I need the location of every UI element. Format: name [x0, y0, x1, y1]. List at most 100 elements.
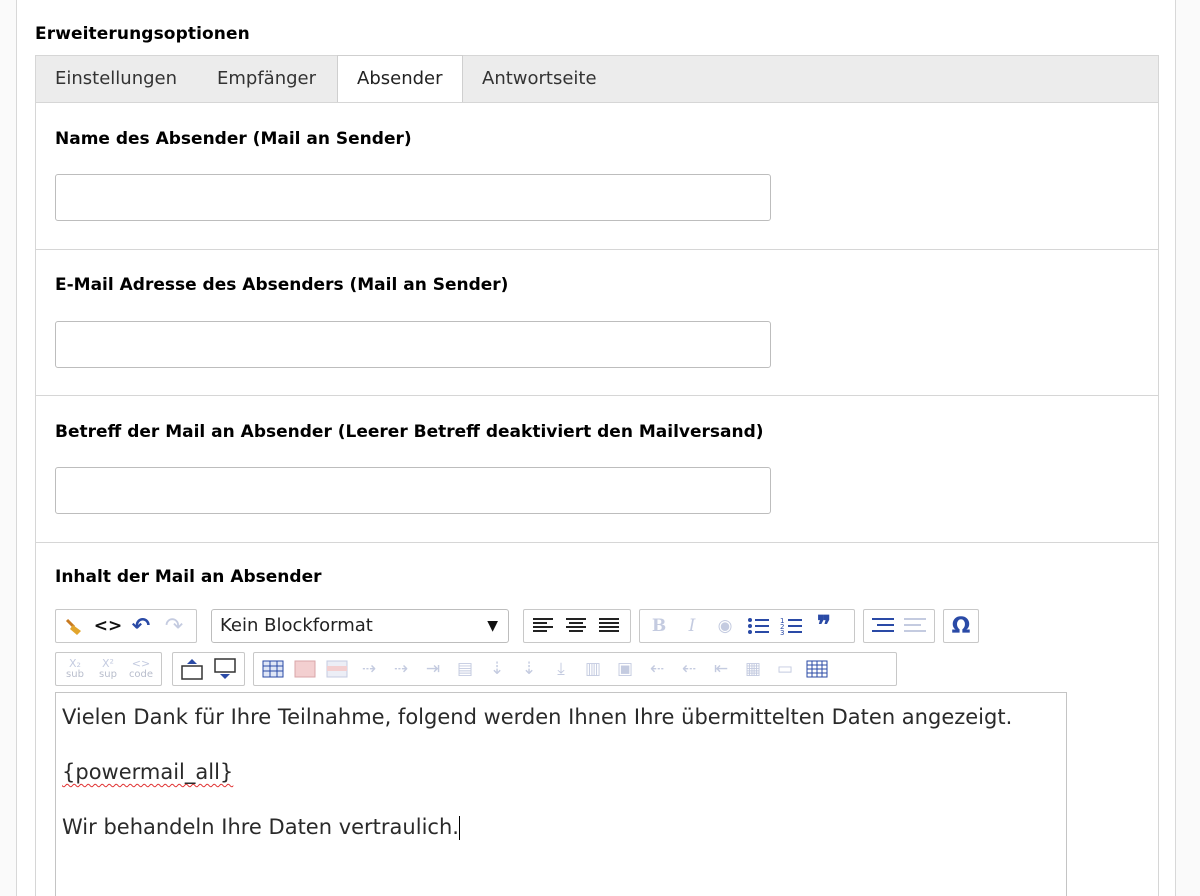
- indent-icon: [904, 618, 927, 632]
- subscript-button[interactable]: X₂ sub: [60, 655, 90, 683]
- align-left-button[interactable]: [528, 612, 558, 640]
- placeholder-token: {powermail_all}: [62, 760, 234, 784]
- tab-einstellungen[interactable]: Einstellungen: [36, 56, 196, 103]
- outdent-icon: [871, 618, 894, 632]
- cell-split-button[interactable]: ▦: [738, 655, 768, 683]
- insert-after-button[interactable]: [210, 655, 240, 683]
- superscript-label: sup: [99, 669, 117, 680]
- inline-code-button[interactable]: <> code: [126, 655, 156, 683]
- undo-button[interactable]: ↶: [126, 612, 156, 640]
- redo-icon: ↷: [164, 613, 184, 639]
- col-insert-after-icon: ⇣: [521, 659, 537, 679]
- subscript-label: sub: [66, 669, 84, 680]
- blockformat-value: Kein Blockformat: [220, 615, 373, 636]
- source-code-button[interactable]: <>: [93, 612, 123, 640]
- align-justify-button[interactable]: [594, 612, 624, 640]
- editor-line-2: {powermail_all}: [62, 758, 1060, 786]
- tab-absender[interactable]: Absender: [337, 55, 463, 103]
- broom-icon: [65, 618, 81, 635]
- code-brackets-icon: <>: [93, 616, 123, 636]
- toolbar-group-script: X₂ sub X² sup <> code: [55, 652, 162, 686]
- row-split-button[interactable]: ▤: [450, 655, 480, 683]
- table-props-icon: [294, 660, 316, 678]
- form-frame: Erweiterungsoptionen Einstellungen Empfä…: [16, 0, 1176, 896]
- row-delete-icon: ⇥: [425, 659, 441, 679]
- editor-line-3: Wir behandeln Ihre Daten vertraulich.: [62, 813, 1060, 841]
- cell-props-button[interactable]: ▣: [610, 655, 640, 683]
- cell-props-icon: ▣: [616, 659, 634, 679]
- field-block-sender-email: E-Mail Adresse des Absenders (Mail an Se…: [36, 250, 1158, 396]
- mail-content-editor[interactable]: Vielen Dank für Ihre Teilnahme, folgend …: [55, 692, 1067, 896]
- cell-split-icon: ▦: [744, 659, 762, 679]
- field-block-sender-name: Name des Absender (Mail an Sender): [36, 103, 1158, 250]
- col-delete-button[interactable]: ⤓: [546, 655, 576, 683]
- row-insert-below-icon: ⇢: [393, 659, 409, 679]
- editor-line-1: Vielen Dank für Ihre Teilnahme, folgend …: [62, 705, 1013, 729]
- bold-icon: B: [651, 616, 667, 636]
- cell-merge-button[interactable]: ▭: [770, 655, 800, 683]
- col-delete-icon: ⤓: [557, 659, 565, 679]
- cell-insert-after-icon: ⇠: [681, 659, 697, 679]
- section-title: Erweiterungsoptionen: [35, 24, 250, 44]
- content-label: Inhalt der Mail an Absender: [55, 567, 322, 587]
- toolbar-group-special: Ω: [943, 609, 979, 643]
- blockquote-button[interactable]: ❞: [809, 611, 839, 641]
- row-split-icon: ▤: [456, 659, 474, 679]
- row-insert-above-icon: ⇢: [361, 659, 377, 679]
- col-insert-after-button[interactable]: ⇣: [514, 655, 544, 683]
- bullet-list-icon: [748, 618, 769, 634]
- sender-email-label: E-Mail Adresse des Absenders (Mail an Se…: [55, 275, 509, 295]
- toolbar-group-edit: <> ↶ ↷: [55, 609, 197, 643]
- cell-insert-after-button[interactable]: ⇠: [674, 655, 704, 683]
- align-center-icon: [566, 618, 586, 632]
- cell-insert-before-button[interactable]: ⇠: [642, 655, 672, 683]
- row-props-button[interactable]: [322, 655, 352, 683]
- col-insert-before-button[interactable]: ⇣: [482, 655, 512, 683]
- indent-button[interactable]: [901, 612, 931, 640]
- table-props-button[interactable]: [290, 655, 320, 683]
- outdent-button[interactable]: [868, 612, 898, 640]
- tab-empfaenger[interactable]: Empfänger: [198, 56, 335, 103]
- row-delete-button[interactable]: ⇥: [418, 655, 448, 683]
- col-split-button[interactable]: ▥: [578, 655, 608, 683]
- bullet-list-button[interactable]: [743, 612, 773, 640]
- chevron-down-icon: ▼: [487, 618, 498, 634]
- undo-icon: ↶: [131, 613, 151, 639]
- col-split-icon: ▥: [584, 659, 602, 679]
- table-grid-button[interactable]: [802, 655, 832, 683]
- superscript-button[interactable]: X² sup: [93, 655, 123, 683]
- cell-merge-icon: ▭: [776, 659, 794, 679]
- globe-link-icon: ◉: [717, 616, 733, 636]
- row-insert-above-button[interactable]: ⇢: [354, 655, 384, 683]
- numbered-list-icon: 123: [780, 617, 802, 636]
- align-left-icon: [533, 618, 553, 632]
- italic-button[interactable]: I: [677, 612, 707, 640]
- insert-table-button[interactable]: [258, 655, 288, 683]
- omega-icon: Ω: [951, 613, 971, 639]
- blockformat-select[interactable]: Kein Blockformat ▼: [211, 609, 509, 643]
- svg-text:3: 3: [780, 629, 784, 636]
- sender-email-input[interactable]: [55, 321, 771, 368]
- redo-button[interactable]: ↷: [159, 612, 189, 640]
- insert-above-icon: [181, 659, 203, 680]
- sender-name-input[interactable]: [55, 174, 771, 221]
- bold-button[interactable]: B: [644, 612, 674, 640]
- insert-before-button[interactable]: [177, 655, 207, 683]
- cell-insert-before-icon: ⇠: [649, 659, 665, 679]
- numbered-list-button[interactable]: 123: [776, 612, 806, 640]
- toolbar-group-indent: [863, 609, 935, 643]
- editor-line-3-text: Wir behandeln Ihre Daten vertraulich.: [62, 815, 459, 839]
- cell-delete-button[interactable]: ⇤: [706, 655, 736, 683]
- row-insert-below-button[interactable]: ⇢: [386, 655, 416, 683]
- toolbar-group-align: [523, 609, 631, 643]
- toolbar-group-format: B I ◉ 123 ❞: [639, 609, 855, 643]
- insert-below-icon: [214, 658, 236, 679]
- align-center-button[interactable]: [561, 612, 591, 640]
- row-props-icon: [326, 660, 348, 678]
- subject-input[interactable]: [55, 467, 771, 514]
- link-button[interactable]: ◉: [710, 612, 740, 640]
- tab-antwortseite[interactable]: Antwortseite: [463, 56, 616, 103]
- sender-name-label: Name des Absender (Mail an Sender): [55, 129, 412, 149]
- clean-format-button[interactable]: [60, 612, 90, 640]
- special-char-button[interactable]: Ω: [948, 612, 974, 640]
